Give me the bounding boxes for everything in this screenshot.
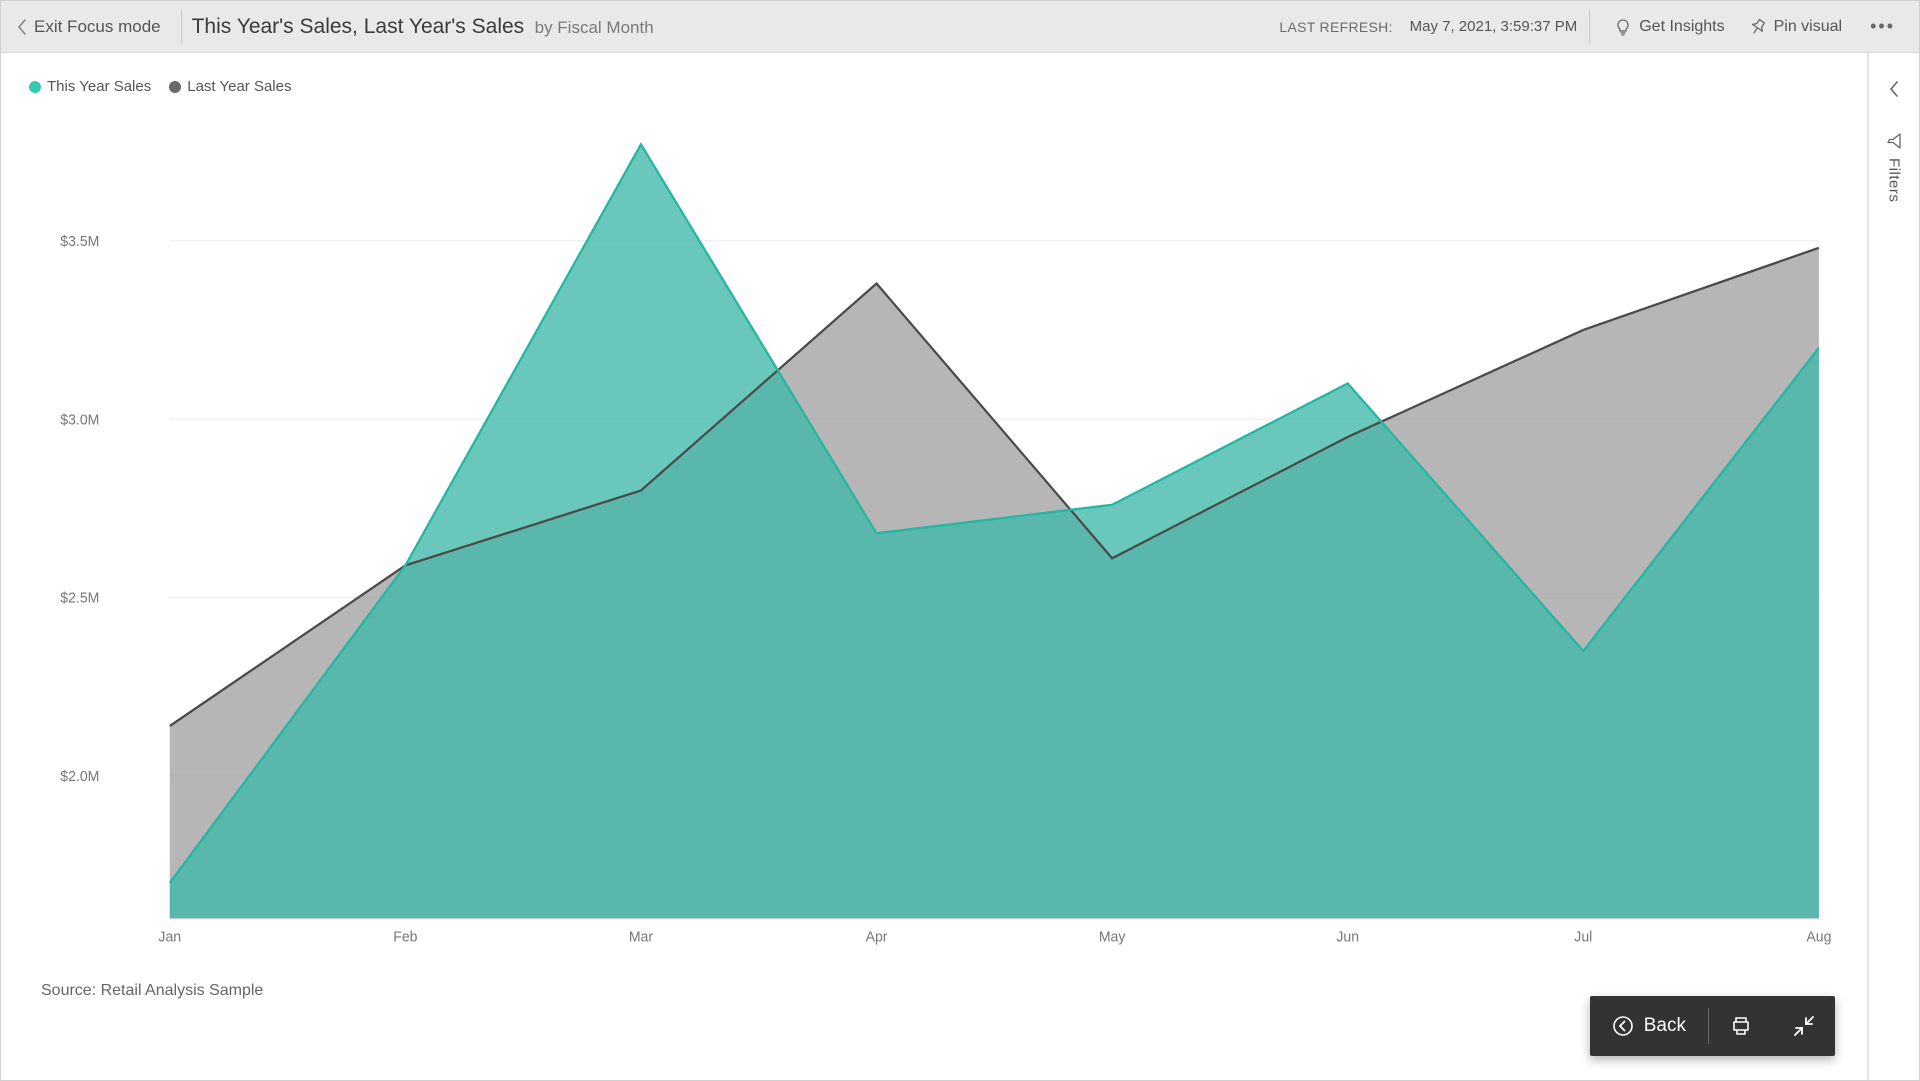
- svg-text:May: May: [1099, 929, 1126, 945]
- chart-canvas: This Year Sales Last Year Sales $2.0M$2.…: [1, 53, 1868, 1080]
- lightbulb-icon: [1614, 18, 1632, 36]
- expand-filters-button[interactable]: [1882, 75, 1906, 108]
- legend-item-last-year[interactable]: Last Year Sales: [169, 78, 291, 95]
- pin-visual-button[interactable]: Pin visual: [1739, 12, 1852, 42]
- separator: [1589, 10, 1590, 44]
- svg-text:$2.0M: $2.0M: [60, 769, 99, 785]
- legend-label-this-year: This Year Sales: [47, 78, 151, 95]
- back-button[interactable]: Back: [1590, 996, 1708, 1056]
- source-text: Source: Retail Analysis Sample: [41, 982, 263, 1000]
- svg-text:Mar: Mar: [629, 929, 653, 945]
- legend-swatch-last-year: [169, 81, 181, 93]
- svg-text:$2.5M: $2.5M: [60, 591, 99, 607]
- svg-text:Apr: Apr: [866, 929, 888, 945]
- filters-label: Filters: [1886, 158, 1903, 202]
- content: This Year Sales Last Year Sales $2.0M$2.…: [1, 53, 1919, 1080]
- more-icon: •••: [1866, 16, 1899, 37]
- chevron-left-icon: [17, 19, 28, 35]
- exit-focus-button[interactable]: Exit Focus mode: [17, 17, 179, 37]
- filter-icon: [1885, 132, 1903, 150]
- visual-title-main: This Year's Sales, Last Year's Sales: [192, 15, 525, 38]
- svg-text:Jun: Jun: [1336, 929, 1359, 945]
- exit-focus-label: Exit Focus mode: [34, 17, 161, 37]
- visual-title-sub: by Fiscal Month: [535, 18, 654, 37]
- area-chart[interactable]: $2.0M $2.5M $3.0M $3.5M Jan Feb Mar Apr May Jun Ju…: [29, 113, 1839, 960]
- get-insights-label: Get Insights: [1639, 18, 1724, 36]
- filters-pane-toggle[interactable]: Filters: [1885, 132, 1903, 202]
- svg-text:Jul: Jul: [1574, 929, 1592, 945]
- back-arrow-icon: [1612, 1015, 1634, 1037]
- last-refresh-date: May 7, 2021, 3:59:37 PM: [1410, 18, 1578, 35]
- svg-text:Jan: Jan: [158, 929, 181, 945]
- side-rail: Filters: [1868, 53, 1919, 1080]
- more-options-button[interactable]: •••: [1856, 10, 1909, 43]
- get-insights-button[interactable]: Get Insights: [1604, 12, 1734, 42]
- legend-swatch-this-year: [29, 81, 41, 93]
- print-icon: [1729, 1014, 1753, 1038]
- svg-text:Aug: Aug: [1806, 929, 1831, 945]
- app-frame: Exit Focus mode This Year's Sales, Last …: [0, 0, 1920, 1081]
- topbar-right: LAST REFRESH: May 7, 2021, 3:59:37 PM Ge…: [1279, 10, 1909, 44]
- collapse-icon: [1793, 1015, 1815, 1037]
- svg-text:Feb: Feb: [393, 929, 417, 945]
- chevron-left-icon: [1888, 81, 1900, 97]
- last-refresh-label: LAST REFRESH:: [1279, 19, 1392, 35]
- svg-text:$3.0M: $3.0M: [60, 412, 99, 428]
- pin-visual-label: Pin visual: [1774, 18, 1842, 36]
- svg-text:$3.5M: $3.5M: [60, 234, 99, 250]
- topbar: Exit Focus mode This Year's Sales, Last …: [1, 1, 1919, 53]
- legend-item-this-year[interactable]: This Year Sales: [29, 78, 151, 95]
- print-button[interactable]: [1709, 996, 1773, 1056]
- exit-fullscreen-button[interactable]: [1773, 996, 1835, 1056]
- pin-icon: [1749, 18, 1767, 36]
- back-label: Back: [1644, 1015, 1686, 1037]
- action-bar: Back: [1590, 996, 1835, 1056]
- visual-title: This Year's Sales, Last Year's Sales by …: [192, 15, 654, 39]
- chart-legend: This Year Sales Last Year Sales: [29, 78, 291, 95]
- separator: [181, 10, 182, 44]
- legend-label-last-year: Last Year Sales: [187, 78, 291, 95]
